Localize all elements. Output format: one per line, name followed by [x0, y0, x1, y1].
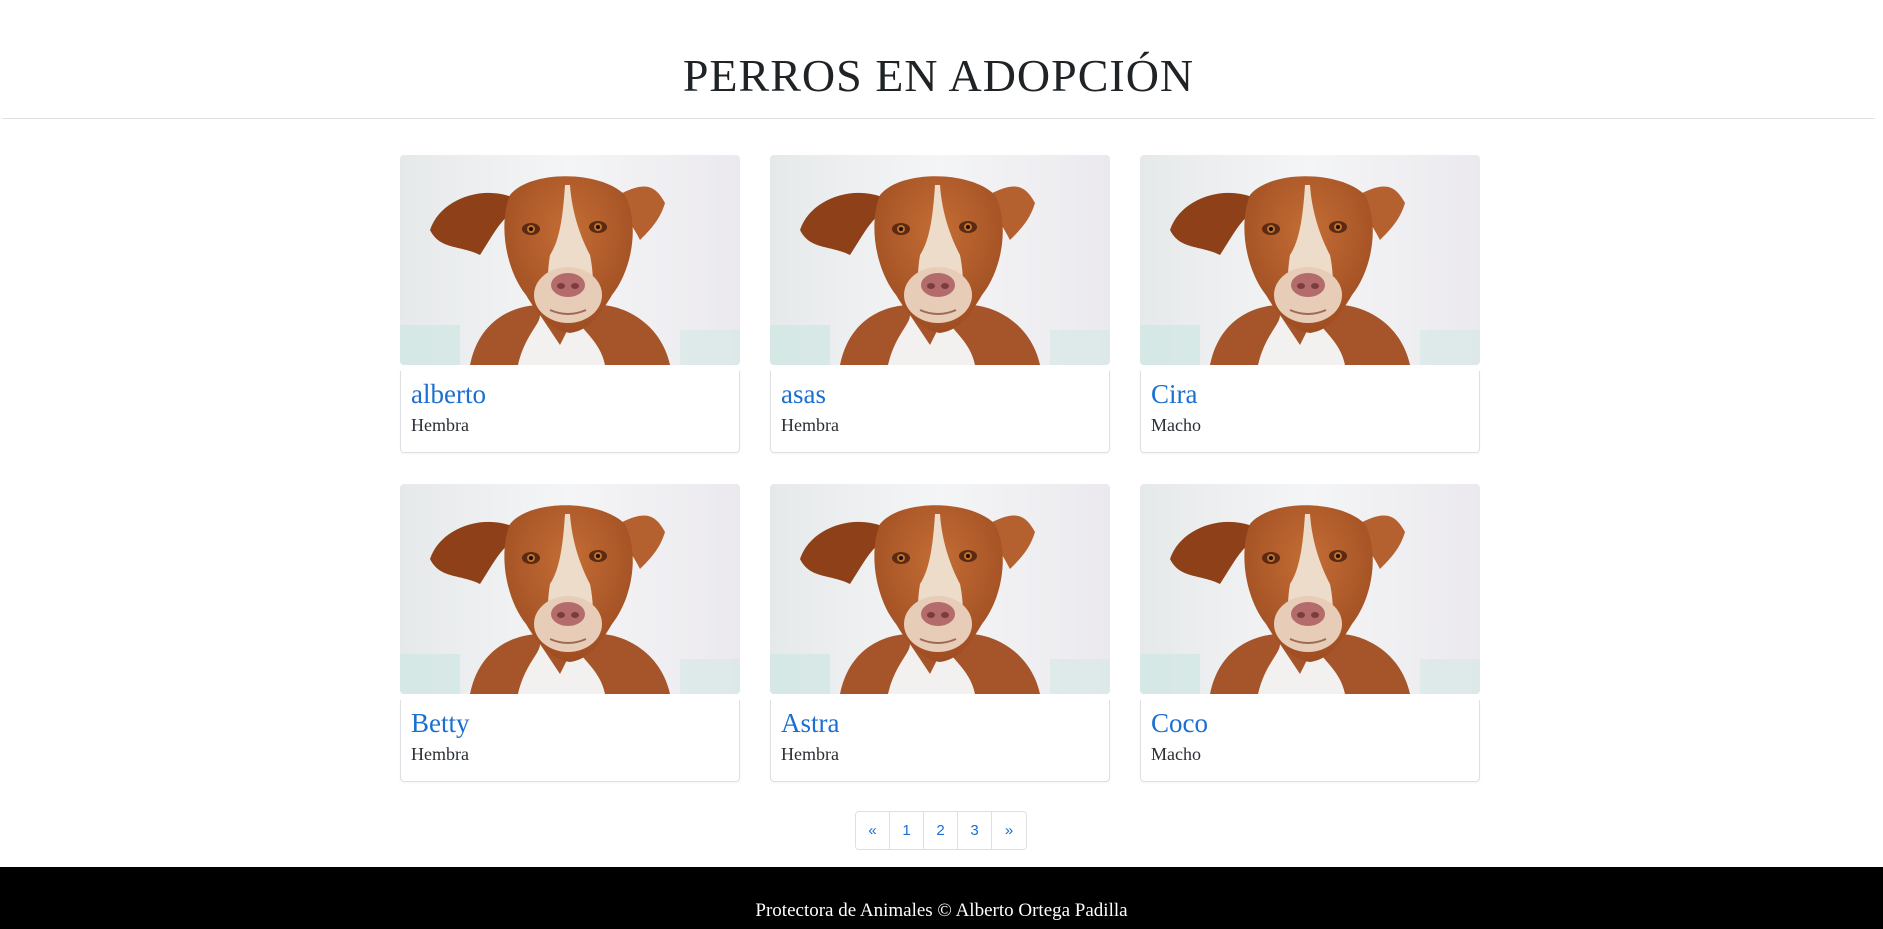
dog-photo[interactable] — [400, 155, 740, 365]
dog-photo-illustration — [1140, 484, 1480, 694]
dog-card: Cira Macho — [1140, 155, 1480, 453]
dog-photo-illustration — [770, 155, 1110, 365]
dog-photo-illustration — [770, 484, 1110, 694]
dog-name-link[interactable]: Cira — [1151, 379, 1469, 410]
pagination-page-3[interactable]: 3 — [958, 812, 992, 849]
dog-sex: Hembra — [411, 744, 469, 765]
dog-name-link[interactable]: Betty — [411, 708, 729, 739]
dog-card: asas Hembra — [770, 155, 1110, 453]
dog-sex: Hembra — [411, 415, 469, 436]
dog-photo-illustration — [400, 484, 740, 694]
card-body: asas Hembra — [770, 371, 1110, 453]
dog-photo[interactable] — [1140, 155, 1480, 365]
pagination-next[interactable]: » — [992, 812, 1026, 849]
pagination: « 1 2 3 » — [855, 811, 1027, 850]
card-body: Coco Macho — [1140, 700, 1480, 782]
pagination-page-2[interactable]: 2 — [924, 812, 958, 849]
pagination-page-1[interactable]: 1 — [890, 812, 924, 849]
dog-sex: Hembra — [781, 415, 839, 436]
page-header: PERROS EN ADOPCIÓN — [2, 0, 1875, 119]
dog-card: alberto Hembra — [400, 155, 740, 453]
card-body: Cira Macho — [1140, 371, 1480, 453]
dog-sex: Hembra — [781, 744, 839, 765]
dog-photo[interactable] — [400, 484, 740, 694]
dog-photo[interactable] — [770, 484, 1110, 694]
dog-card: Coco Macho — [1140, 484, 1480, 782]
card-body: Betty Hembra — [400, 700, 740, 782]
dog-photo[interactable] — [1140, 484, 1480, 694]
page-title: PERROS EN ADOPCIÓN — [682, 50, 1195, 101]
dog-name-link[interactable]: asas — [781, 379, 1099, 410]
footer: Protectora de Animales © Alberto Ortega … — [0, 867, 1883, 929]
dog-name-link[interactable]: Coco — [1151, 708, 1469, 739]
dog-photo-illustration — [400, 155, 740, 365]
pagination-prev[interactable]: « — [856, 812, 890, 849]
dog-sex: Macho — [1151, 744, 1201, 765]
dog-name-link[interactable]: Astra — [781, 708, 1099, 739]
footer-text: Protectora de Animales © Alberto Ortega … — [755, 900, 1128, 921]
dog-photo[interactable] — [770, 155, 1110, 365]
dog-name-link[interactable]: alberto — [411, 379, 729, 410]
dog-grid: alberto Hembra asas Hembra Cira Macho Be… — [400, 155, 1480, 782]
dog-card: Betty Hembra — [400, 484, 740, 782]
card-body: Astra Hembra — [770, 700, 1110, 782]
dog-card: Astra Hembra — [770, 484, 1110, 782]
dog-photo-illustration — [1140, 155, 1480, 365]
dog-sex: Macho — [1151, 415, 1201, 436]
card-body: alberto Hembra — [400, 371, 740, 453]
